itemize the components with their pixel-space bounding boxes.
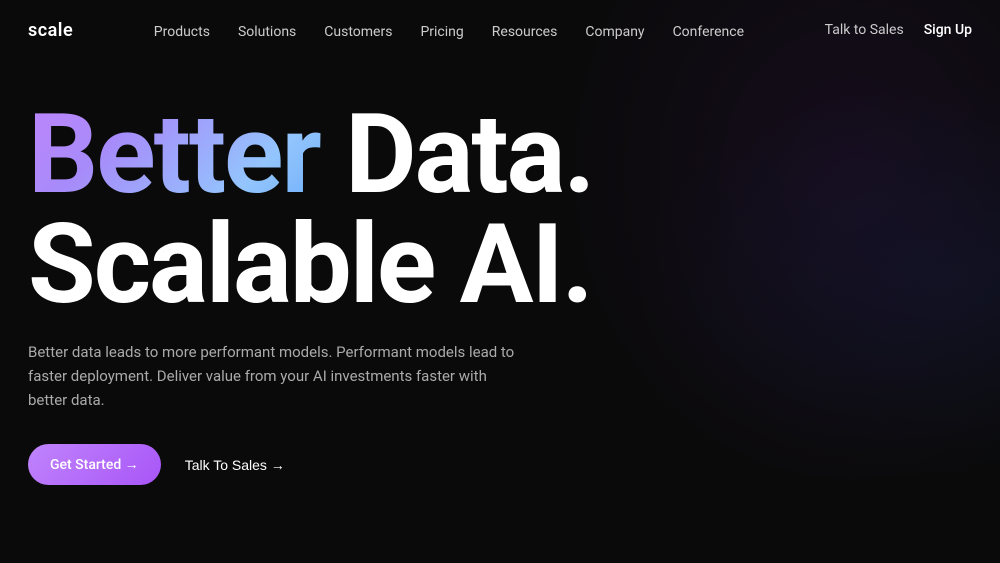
- nav-item-products[interactable]: Products: [154, 24, 210, 40]
- nav-actions: Talk to Sales Sign Up: [825, 22, 972, 38]
- navbar: scale Products Solutions Customers Prici…: [0, 0, 1000, 60]
- nav-item-conference[interactable]: Conference: [673, 24, 744, 40]
- hero-subtitle: Better data leads to more performant mod…: [28, 340, 528, 412]
- sign-up-link[interactable]: Sign Up: [924, 22, 972, 38]
- hero-section: Better Data. Scalable AI. Better data le…: [0, 60, 1000, 485]
- logo[interactable]: scale: [28, 20, 73, 41]
- nav-item-company[interactable]: Company: [585, 24, 644, 40]
- nav-item-pricing[interactable]: Pricing: [420, 24, 463, 40]
- get-started-button[interactable]: Get Started →: [28, 444, 161, 485]
- hero-actions: Get Started → Talk To Sales →: [28, 444, 972, 485]
- nav-item-solutions[interactable]: Solutions: [238, 24, 296, 40]
- nav-item-resources[interactable]: Resources: [492, 24, 558, 40]
- nav-item-customers[interactable]: Customers: [324, 24, 392, 40]
- talk-to-sales-button[interactable]: Talk To Sales →: [185, 457, 285, 473]
- nav-links: Products Solutions Customers Pricing Res…: [154, 21, 744, 40]
- headline-scalable-ai: Scalable AI.: [28, 210, 972, 320]
- talk-to-sales-link[interactable]: Talk to Sales: [825, 22, 904, 38]
- hero-headline: Better Data. Scalable AI.: [28, 100, 972, 320]
- hero-content: Better Data. Scalable AI. Better data le…: [28, 100, 972, 485]
